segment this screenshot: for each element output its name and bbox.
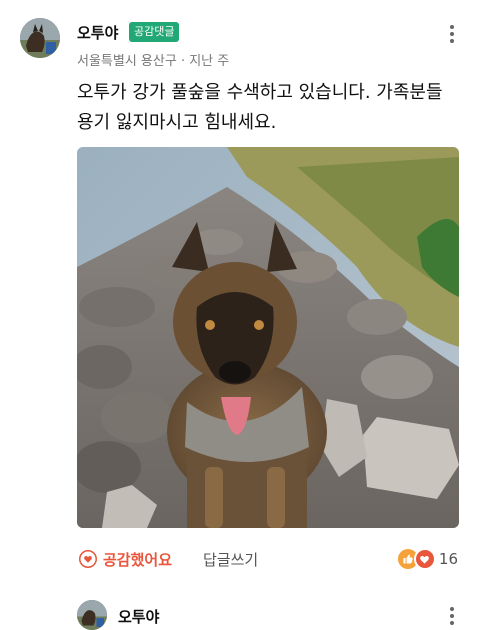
comment-meta: 서울특별시 용산구 · 지난 주 (77, 54, 230, 69)
like-label: 공감했어요 (103, 550, 173, 569)
reaction-count: 16 (438, 550, 458, 568)
more-options-icon[interactable] (442, 22, 462, 46)
empathy-comment-badge: 공감댓글 (129, 22, 180, 42)
avatar[interactable] (20, 18, 60, 58)
like-button[interactable]: 공감했어요 (79, 545, 172, 573)
reaction-summary[interactable]: 16 (397, 545, 458, 573)
comment-text: 오투가 강가 풀숲을 수색하고 있습니다. 가족분들 용기 잃지마시고 힘내세요… (77, 82, 443, 133)
heart-icon (413, 548, 436, 570)
reply-button[interactable]: 답글쓰기 (203, 545, 258, 573)
reply-author-name[interactable]: 오투야 (118, 606, 159, 627)
avatar[interactable] (77, 600, 107, 630)
heart-outline-icon (79, 550, 97, 568)
author-name[interactable]: 오투야 (77, 22, 118, 43)
comment-photo[interactable] (77, 147, 459, 528)
reply-more-options-icon[interactable] (442, 604, 462, 628)
reply-label: 답글쓰기 (203, 550, 259, 569)
